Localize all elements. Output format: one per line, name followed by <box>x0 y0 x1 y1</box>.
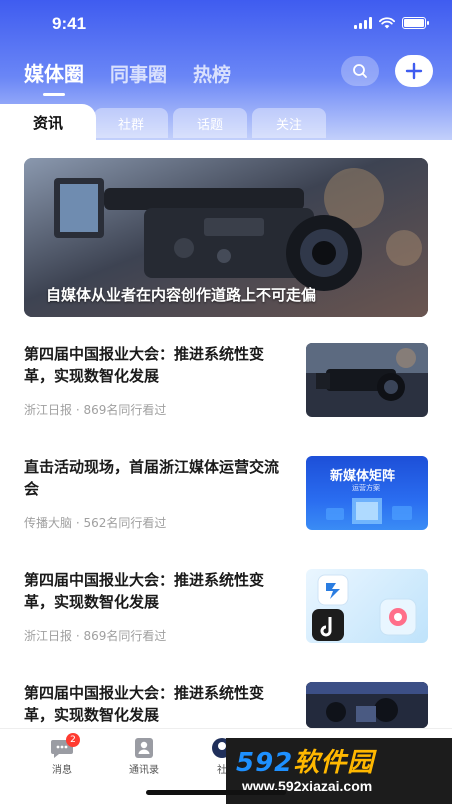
news-meta: 浙江日报 · 869名同行看过 <box>24 401 166 418</box>
tab-media-circle[interactable]: 媒体圈 <box>24 58 84 87</box>
status-bar: 9:41 <box>0 0 452 46</box>
nav-contacts[interactable]: 通讯录 <box>114 737 174 776</box>
home-indicator <box>146 790 286 795</box>
news-meta: 浙江日报 · 869名同行看过 <box>24 627 166 644</box>
contacts-icon <box>135 738 153 758</box>
watermark-text: 软件园 <box>293 748 375 778</box>
subtab-topics[interactable]: 话题 <box>173 108 247 138</box>
news-meta: 传播大脑 · 562名同行看过 <box>24 514 166 531</box>
news-source: 传播大脑 <box>24 516 73 530</box>
status-time: 9:41 <box>52 14 87 33</box>
app-icons-image <box>312 574 417 641</box>
featured-banner[interactable]: 自媒体从业者在内容创作道路上不可走偏 <box>24 158 428 317</box>
camera-image <box>306 343 428 417</box>
status-icons <box>354 17 429 29</box>
tab-colleague-circle[interactable]: 同事圈 <box>110 60 167 87</box>
news-views: 869名同行看过 <box>83 629 167 643</box>
news-thumbnail <box>306 682 428 728</box>
stage-image <box>306 682 428 728</box>
search-icon <box>353 64 367 78</box>
news-thumbnail: 新媒体矩阵 运营方案 <box>306 456 428 530</box>
signal-icon <box>354 17 372 29</box>
news-title: 第四届中国报业大会：推进系统性变革，实现数智化发展 <box>24 571 265 611</box>
sub-tabs: 社群 话题 关注 资讯 <box>0 104 452 140</box>
subtab-news[interactable]: 资讯 <box>0 104 96 140</box>
meta-separator: · <box>75 629 80 643</box>
news-title: 第四届中国报业大会：推进系统性变革，实现数智化发展 <box>24 684 265 724</box>
top-tabs: 媒体圈 同事圈 热榜 <box>24 58 231 87</box>
news-thumbnail <box>306 343 428 417</box>
nav-label: 消息 <box>52 765 72 776</box>
nav-label: 通讯录 <box>129 765 159 776</box>
feed: 自媒体从业者在内容创作道路上不可走偏 第四届中国报业大会：推进系统性变革，实现数… <box>0 140 452 804</box>
meta-separator: · <box>75 516 80 530</box>
plus-icon <box>405 62 423 80</box>
banner-caption: 自媒体从业者在内容创作道路上不可走偏 <box>46 286 317 304</box>
media-matrix-graphic <box>326 498 412 524</box>
news-item[interactable]: 第四届中国报业大会：推进系统性变革，实现数智化发展 浙江日报 · 869名同行看… <box>24 343 428 419</box>
meta-separator: · <box>75 403 80 417</box>
tab-hot-list[interactable]: 热榜 <box>193 60 231 87</box>
add-button[interactable] <box>395 55 433 87</box>
news-title: 第四届中国报业大会：推进系统性变革，实现数智化发展 <box>24 345 265 385</box>
news-views: 562名同行看过 <box>83 516 167 530</box>
search-button[interactable] <box>341 56 379 86</box>
news-source: 浙江日报 <box>24 629 73 643</box>
battery-icon <box>402 17 429 29</box>
news-source: 浙江日报 <box>24 403 73 417</box>
unread-badge: 2 <box>66 733 80 747</box>
watermark-title: 592软件园 <box>236 748 375 778</box>
subtab-community[interactable]: 社群 <box>94 108 168 138</box>
subtab-following[interactable]: 关注 <box>252 108 326 138</box>
news-views: 869名同行看过 <box>83 403 167 417</box>
news-item[interactable]: 第四届中国报业大会：推进系统性变革，实现数智化发展 浙江日报 · 869名同行看… <box>24 569 428 645</box>
news-item[interactable]: 直击活动现场，首届浙江媒体运营交流会 传播大脑 · 562名同行看过 新媒体矩阵… <box>24 456 428 532</box>
nav-messages[interactable]: 2 消息 <box>32 733 92 776</box>
news-thumbnail <box>306 569 428 643</box>
news-title: 直击活动现场，首届浙江媒体运营交流会 <box>24 458 280 498</box>
wifi-icon <box>379 17 395 29</box>
